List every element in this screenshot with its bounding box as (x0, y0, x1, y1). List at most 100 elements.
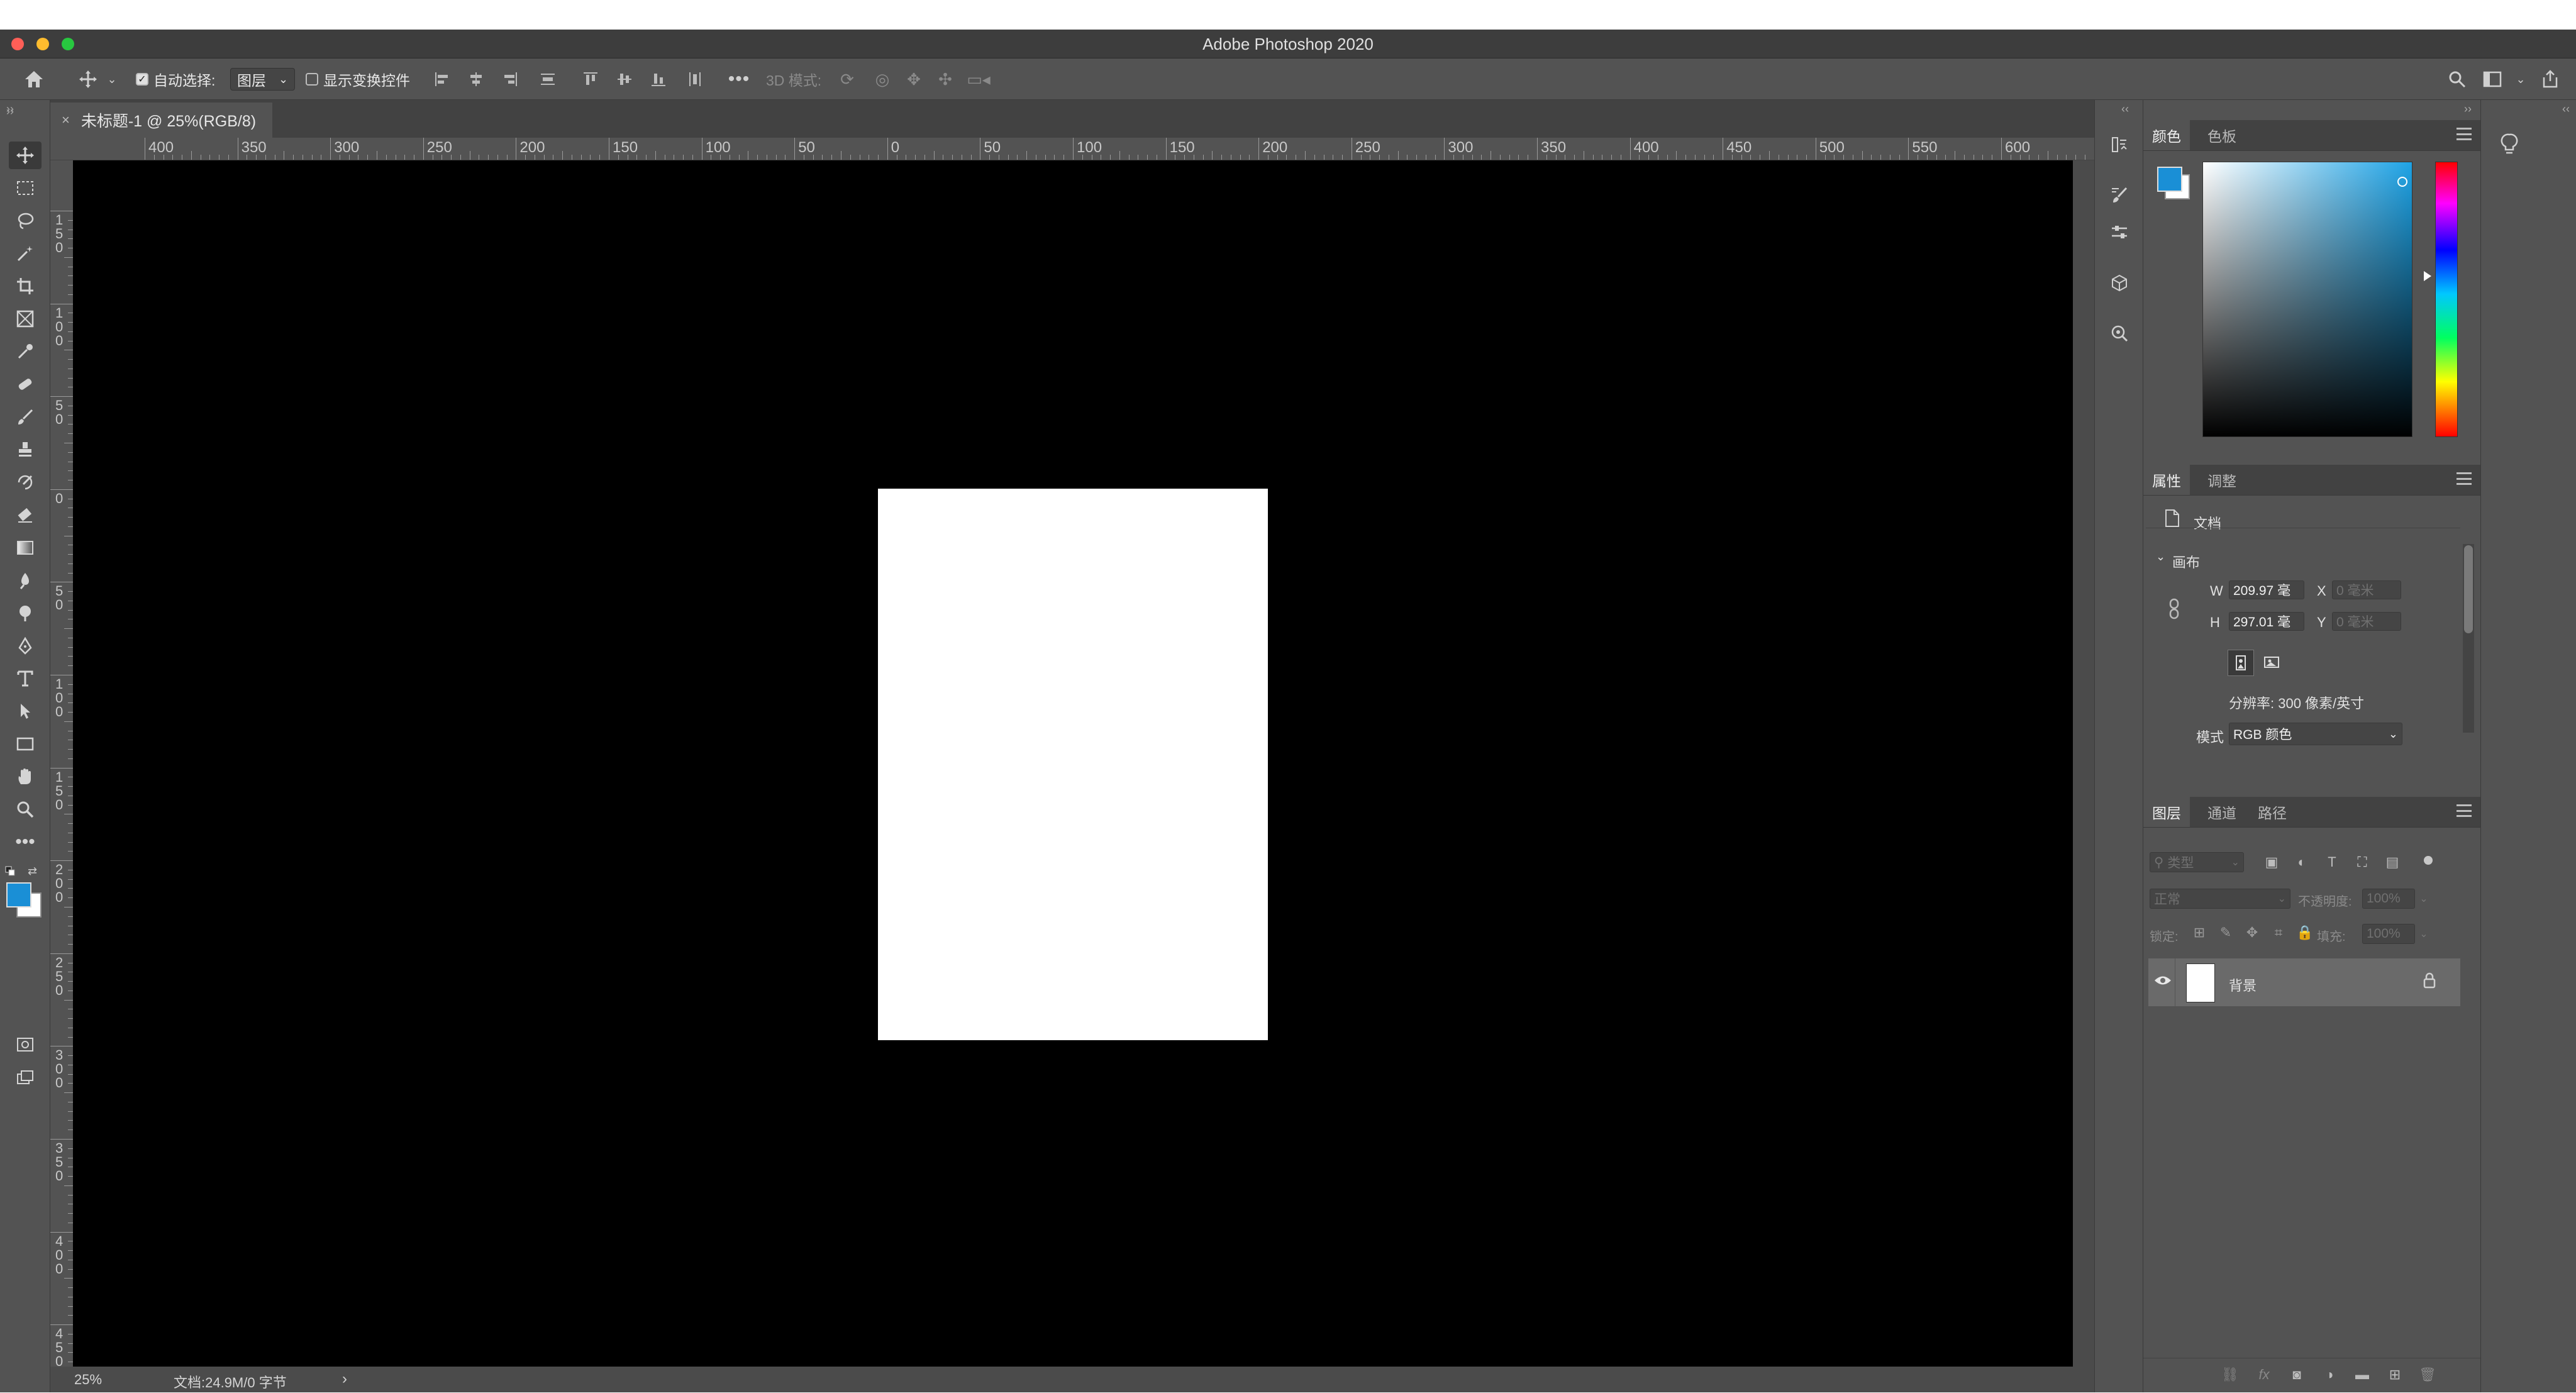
vertical-scrollbar[interactable] (2073, 160, 2094, 1367)
link-icon[interactable] (2168, 598, 2180, 623)
move-tool-icon[interactable] (75, 69, 101, 89)
link-layers-icon[interactable]: ⛓ (2221, 1366, 2239, 1384)
gradient-tool-icon[interactable] (9, 534, 42, 562)
new-group-icon[interactable]: ▬ (2353, 1366, 2371, 1384)
dodge-tool-icon[interactable] (9, 599, 42, 627)
show-transform-checkbox[interactable] (306, 73, 318, 86)
delete-layer-icon[interactable]: 🗑 (2419, 1366, 2436, 1384)
default-colors-icon[interactable] (5, 866, 15, 876)
auto-select-checkbox[interactable]: ✓ (136, 73, 148, 86)
tab-adjustments[interactable]: 调整 (2207, 465, 2236, 495)
more-options-icon[interactable]: ••• (728, 69, 750, 89)
zoom-tool-icon[interactable] (9, 796, 42, 823)
layer-name[interactable]: 背景 (2229, 975, 2257, 995)
collapse-icon[interactable]: ›› (6, 105, 14, 118)
auto-select-option[interactable]: ✓ 自动选择: (136, 58, 215, 100)
distribute-v-icon[interactable] (686, 69, 704, 89)
auto-select-target-select[interactable]: 图层 ⌄ (230, 58, 296, 100)
quick-mask-icon[interactable] (9, 1031, 42, 1058)
zoom-level[interactable]: 25% (74, 1372, 102, 1388)
learn-panel-icon[interactable] (2106, 320, 2133, 347)
crop-tool-icon[interactable] (9, 272, 42, 300)
fill-input[interactable]: 100% (2362, 924, 2415, 944)
properties-scrollbar[interactable] (2464, 545, 2473, 633)
pen-tool-icon[interactable] (9, 632, 42, 660)
smart-object-filter-icon[interactable]: ▤ (2384, 853, 2401, 871)
move-tool-icon[interactable] (9, 142, 42, 169)
hand-tool-icon[interactable] (9, 763, 42, 791)
clone-stamp-tool-icon[interactable] (9, 436, 42, 463)
hue-slider[interactable] (2435, 162, 2458, 437)
lasso-tool-icon[interactable] (9, 207, 42, 235)
layer-filter-select[interactable]: ⚲ 类型 ⌄ (2150, 852, 2244, 872)
eye-icon[interactable] (2153, 974, 2172, 991)
show-transform-option[interactable]: 显示变换控件 (306, 58, 410, 100)
tab-paths[interactable]: 路径 (2258, 797, 2287, 827)
3d-panel-icon[interactable] (2106, 270, 2133, 296)
tab-color[interactable]: 颜色 (2143, 120, 2190, 150)
canvas-width-input[interactable]: 209.97 毫 (2229, 580, 2304, 599)
tab-swatches[interactable]: 色板 (2207, 120, 2236, 150)
expand-panels-icon[interactable]: ‹‹ (2121, 103, 2129, 116)
adjustments-panel-icon[interactable] (2106, 219, 2133, 246)
frame-tool-icon[interactable] (9, 305, 42, 333)
align-top-icon[interactable] (581, 69, 600, 89)
screen-mode-icon[interactable] (9, 1063, 42, 1091)
lock-icon[interactable] (2423, 972, 2436, 992)
marquee-tool-icon[interactable] (9, 174, 42, 202)
panel-menu-icon[interactable] (2457, 128, 2472, 140)
new-layer-icon[interactable]: ⊞ (2386, 1366, 2404, 1384)
brush-settings-panel-icon[interactable] (2106, 182, 2133, 208)
lock-artboard-icon[interactable]: ⌗ (2270, 924, 2287, 941)
layer-row[interactable]: 背景 (2148, 958, 2460, 1006)
align-bottom-icon[interactable] (649, 69, 668, 89)
canvas-x-input[interactable]: 0 毫米 (2332, 580, 2401, 599)
document-tab[interactable]: × 未标题-1 @ 25%(RGB/8) (50, 103, 273, 138)
edit-toolbar-icon[interactable]: ••• (9, 828, 42, 856)
close-tab-icon[interactable]: × (62, 112, 70, 128)
color-panel-foreground-swatch[interactable] (2157, 167, 2182, 192)
portrait-orientation-icon[interactable] (2228, 650, 2254, 676)
lightbulb-icon[interactable] (2500, 133, 2519, 160)
align-middle-v-icon[interactable] (615, 69, 634, 89)
rectangle-tool-icon[interactable] (9, 730, 42, 758)
lock-position-icon[interactable]: ✥ (2244, 924, 2260, 941)
home-icon[interactable] (21, 69, 47, 89)
blur-tool-icon[interactable] (9, 567, 42, 594)
eraser-tool-icon[interactable] (9, 501, 42, 529)
pixel-layer-filter-icon[interactable]: ▣ (2263, 853, 2280, 871)
path-selection-tool-icon[interactable] (9, 697, 42, 725)
align-center-h-icon[interactable] (467, 69, 486, 89)
brush-tool-icon[interactable] (9, 403, 42, 431)
document-canvas[interactable] (878, 489, 1268, 1040)
history-panel-icon[interactable] (2106, 131, 2133, 158)
type-layer-filter-icon[interactable]: T (2323, 853, 2341, 871)
lock-transparent-icon[interactable]: ⊞ (2191, 924, 2207, 941)
chevron-down-icon[interactable]: ⌄ (104, 69, 119, 89)
blend-mode-select[interactable]: 正常 ⌄ (2150, 889, 2290, 909)
color-picker-cursor[interactable] (2397, 177, 2407, 187)
chevron-right-icon[interactable]: › (342, 1370, 347, 1388)
fx-icon[interactable]: fx (2255, 1366, 2273, 1384)
history-brush-tool-icon[interactable] (9, 469, 42, 496)
chevron-down-icon[interactable]: ⌄ (2513, 69, 2528, 89)
panel-menu-icon[interactable] (2457, 804, 2472, 817)
color-picker-field[interactable] (2202, 162, 2412, 437)
canvas-y-input[interactable]: 0 毫米 (2332, 612, 2401, 631)
hue-slider-handle[interactable] (2424, 271, 2431, 281)
tab-layers[interactable]: 图层 (2143, 797, 2190, 827)
search-icon[interactable] (2446, 69, 2468, 89)
canvas-height-input[interactable]: 297.01 毫 (2229, 612, 2304, 631)
magic-wand-tool-icon[interactable] (9, 240, 42, 267)
adjustment-layer-icon[interactable]: ◑ (2321, 1366, 2338, 1384)
align-right-icon[interactable] (501, 69, 519, 89)
adjustment-layer-filter-icon[interactable]: ◐ (2293, 853, 2311, 871)
distribute-icon[interactable] (538, 69, 557, 89)
workspace-icon[interactable] (2482, 69, 2503, 89)
align-left-icon[interactable] (433, 69, 452, 89)
eyedropper-tool-icon[interactable] (9, 338, 42, 365)
opacity-input[interactable]: 100% (2362, 889, 2415, 909)
color-mode-select[interactable]: RGB 颜色 ⌄ (2229, 723, 2402, 745)
chevron-down-icon[interactable]: ⌄ (2416, 890, 2431, 907)
shape-layer-filter-icon[interactable]: ⛶ (2353, 853, 2371, 871)
